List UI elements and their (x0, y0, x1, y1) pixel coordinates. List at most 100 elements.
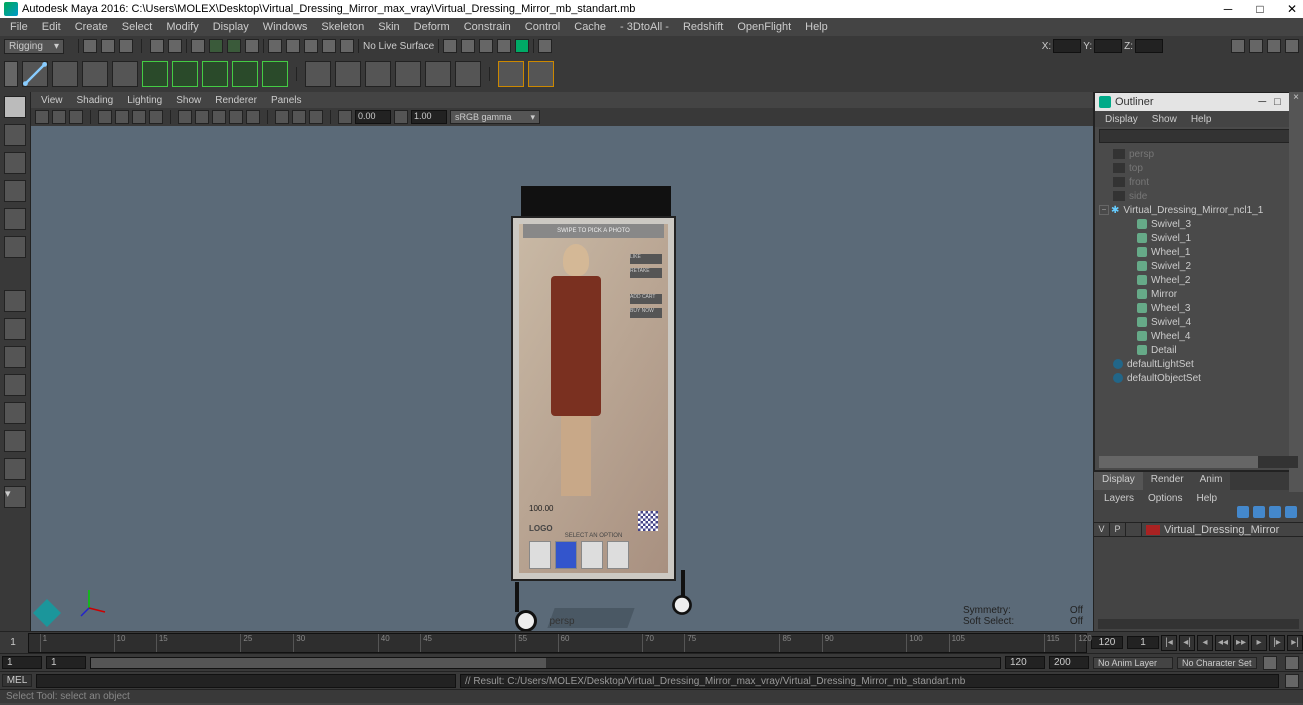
vp-wireframe-icon[interactable] (178, 110, 192, 124)
layer-visibility-toggle[interactable]: V (1094, 522, 1110, 537)
vp-gamma-field[interactable]: 1.00 (411, 110, 447, 124)
paint-tool-icon[interactable] (4, 152, 26, 174)
select-mode-icon[interactable] (191, 39, 205, 53)
selection-mask-icon[interactable] (245, 39, 259, 53)
outliner-node[interactable]: Swivel_3 (1151, 219, 1191, 230)
outliner-set[interactable]: defaultObjectSet (1127, 373, 1201, 384)
paint-weights-icon[interactable] (365, 61, 391, 87)
character-set-dropdown[interactable]: No Character Set (1177, 657, 1257, 669)
attribute-editor-icon[interactable] (1249, 39, 1263, 53)
ik-handle-icon[interactable] (142, 61, 168, 87)
modeling-toolkit-icon[interactable] (1231, 39, 1245, 53)
layer-new-empty-icon[interactable] (1269, 506, 1281, 518)
save-scene-icon[interactable] (119, 39, 133, 53)
vp-select-camera-icon[interactable] (35, 110, 49, 124)
outliner-node[interactable]: Swivel_2 (1151, 261, 1191, 272)
anim-start-field[interactable]: 1 (2, 656, 42, 669)
vp-shadows-icon[interactable] (246, 110, 260, 124)
layer-tab-render[interactable]: Render (1143, 472, 1192, 490)
vp-film-gate-icon[interactable] (115, 110, 129, 124)
vp-menu-show[interactable]: Show (170, 94, 207, 107)
play-back-button[interactable]: ◂◂ (1215, 635, 1231, 651)
step-fwd-button[interactable]: ▸ (1251, 635, 1267, 651)
menu-edit[interactable]: Edit (36, 19, 67, 35)
menu-modify[interactable]: Modify (160, 19, 204, 35)
outliner-node[interactable]: Wheel_2 (1151, 275, 1190, 286)
prefs-icon[interactable] (1285, 656, 1299, 670)
module-dropdown[interactable]: Rigging▾ (4, 39, 64, 54)
smooth-weights-icon[interactable] (425, 61, 451, 87)
cluster-icon[interactable] (232, 61, 258, 87)
go-end-button[interactable]: ▸| (1287, 635, 1303, 651)
layout-four-icon[interactable] (4, 318, 26, 340)
snap-live-icon[interactable] (340, 39, 354, 53)
joint-tool-icon[interactable] (22, 61, 48, 87)
perspective-viewport[interactable]: SWIPE TO PICK A PHOTO LIKE RETAKE ADD CA… (31, 126, 1093, 631)
blend-shape-icon[interactable] (262, 61, 288, 87)
vp-shaded-icon[interactable] (195, 110, 209, 124)
time-slider[interactable]: 1 1 10 15 25 30 40 45 55 60 70 75 85 90 … (0, 631, 1303, 653)
render-view-icon[interactable] (515, 39, 529, 53)
vp-lights-icon[interactable] (229, 110, 243, 124)
layer-menu-options[interactable]: Options (1142, 492, 1188, 505)
construction-history-icon[interactable] (443, 39, 457, 53)
layout-single-icon[interactable] (4, 290, 26, 312)
vp-textured-icon[interactable] (212, 110, 226, 124)
menu-constrain[interactable]: Constrain (458, 19, 517, 35)
menu-skeleton[interactable]: Skeleton (315, 19, 370, 35)
menu-select[interactable]: Select (116, 19, 159, 35)
outliner-node[interactable]: Detail (1151, 345, 1177, 356)
vp-resolution-gate-icon[interactable] (132, 110, 146, 124)
layer-row[interactable]: V P Virtual_Dressing_Mirror (1094, 522, 1303, 537)
menu-redshift[interactable]: Redshift (677, 19, 729, 35)
menu-display[interactable]: Display (207, 19, 255, 35)
menu-control[interactable]: Control (519, 19, 566, 35)
render-icon[interactable] (461, 39, 475, 53)
scale-tool-icon[interactable] (4, 236, 26, 258)
outliner-node[interactable]: Wheel_1 (1151, 247, 1190, 258)
undo-icon[interactable] (150, 39, 164, 53)
lasso-icon[interactable] (209, 39, 223, 53)
outliner-menu-display[interactable]: Display (1099, 113, 1144, 126)
snap-curve-icon[interactable] (286, 39, 300, 53)
layer-move-up-icon[interactable] (1237, 506, 1249, 518)
outliner-node[interactable]: Swivel_1 (1151, 233, 1191, 244)
constraint-icon[interactable] (498, 61, 524, 87)
outliner-min-icon[interactable]: ─ (1258, 96, 1266, 108)
paint-select-icon[interactable] (227, 39, 241, 53)
lattice-icon[interactable] (202, 61, 228, 87)
outliner-max-icon[interactable]: □ (1274, 96, 1281, 108)
insert-joint-icon[interactable] (52, 61, 78, 87)
constraint2-icon[interactable] (528, 61, 554, 87)
move-tool-icon[interactable] (4, 180, 26, 202)
mirror-joint-icon[interactable] (82, 61, 108, 87)
vp-colorspace-dropdown[interactable]: sRGB gamma▾ (450, 110, 540, 124)
layer-tab-anim[interactable]: Anim (1192, 472, 1231, 490)
layout-outliner-icon[interactable] (4, 430, 26, 452)
menu-windows[interactable]: Windows (257, 19, 314, 35)
go-start-button[interactable]: |◂ (1161, 635, 1177, 651)
channel-box-icon[interactable] (1285, 39, 1299, 53)
snap-point-icon[interactable] (304, 39, 318, 53)
outliner-tree[interactable]: persp top front side −✱Virtual_Dressing_… (1095, 145, 1302, 456)
render-settings-icon[interactable] (497, 39, 511, 53)
bind-skin-icon[interactable] (305, 61, 331, 87)
step-back-button[interactable]: ◂ (1197, 635, 1213, 651)
layer-menu-layers[interactable]: Layers (1098, 492, 1140, 505)
layout-three-icon[interactable] (4, 402, 26, 424)
layout-icon[interactable] (538, 39, 552, 53)
vp-isolate-icon[interactable] (275, 110, 289, 124)
y-field[interactable] (1094, 39, 1122, 53)
redo-icon[interactable] (168, 39, 182, 53)
vp-gate-mask-icon[interactable] (149, 110, 163, 124)
hammer-weights-icon[interactable] (455, 61, 481, 87)
orient-joint-icon[interactable] (112, 61, 138, 87)
outliner-search-input[interactable] (1099, 129, 1298, 143)
vp-menu-lighting[interactable]: Lighting (121, 94, 168, 107)
vp-grid-icon[interactable] (98, 110, 112, 124)
vp-menu-panels[interactable]: Panels (265, 94, 308, 107)
outliner-root[interactable]: Virtual_Dressing_Mirror_ncl1_1 (1123, 205, 1263, 216)
layout-two-v-icon[interactable] (4, 374, 26, 396)
maximize-button[interactable]: □ (1253, 2, 1267, 16)
command-input[interactable] (36, 674, 456, 688)
